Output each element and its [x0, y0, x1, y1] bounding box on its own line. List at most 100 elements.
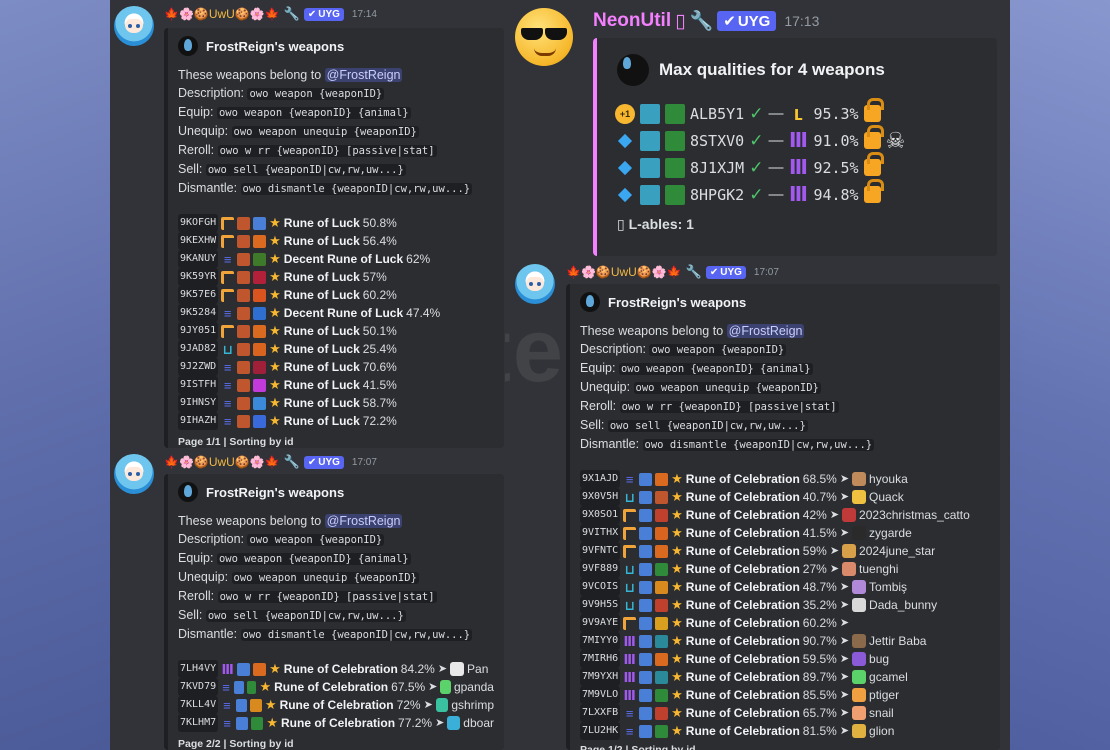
weapon-type-icon: [639, 670, 653, 684]
weapon-id[interactable]: 9KEXHW: [178, 232, 219, 250]
weapon-id[interactable]: 9K59YR: [178, 268, 219, 286]
quality-percent: 40.7%: [802, 490, 837, 504]
weapon-code[interactable]: 8J1XJM: [690, 159, 744, 177]
user-avatar[interactable]: [515, 264, 555, 304]
weapon-id[interactable]: 9VFNTC: [580, 542, 621, 560]
weapon-id[interactable]: 9X0SO1: [580, 506, 621, 524]
weapon-id[interactable]: 7M9YXH: [580, 668, 621, 686]
weapon-id[interactable]: 7LXXFB: [580, 704, 621, 722]
check-icon: ✔: [723, 13, 736, 30]
weapon-id[interactable]: 9ISTFH: [178, 376, 219, 394]
quality-percent: 68.5%: [802, 472, 837, 486]
star-icon: ★: [671, 723, 683, 738]
quality-percent: 72%: [396, 698, 421, 712]
star-icon: ★: [671, 669, 683, 684]
weapon-id[interactable]: 9KANUY: [178, 250, 219, 268]
bot-username[interactable]: NeonUtil: [593, 10, 671, 32]
quality-icon: [623, 544, 637, 558]
weapon-id[interactable]: 9KOFGH: [178, 214, 219, 232]
diamond-icon: [617, 187, 633, 202]
weapon-id[interactable]: 9VF889: [580, 560, 621, 578]
weapon-id[interactable]: 9X1AJD: [580, 470, 621, 488]
quality-percent: 35.2%: [802, 598, 837, 612]
weapon-id[interactable]: 7LH4VY: [178, 660, 219, 678]
sell-line-command: owo sell {weaponID|cw,rw,uw...}: [205, 610, 406, 622]
guild-tag-badge[interactable]: ✔ UYG: [303, 455, 344, 469]
weapon-type-icon: [237, 306, 251, 320]
weapon-id[interactable]: 7M9VLO: [580, 686, 621, 704]
quality-icon: [623, 508, 637, 522]
weapon-id[interactable]: 7KVD79: [178, 678, 219, 696]
weapon-id[interactable]: 9J2ZWD: [178, 358, 219, 376]
weapon-stat-icon: [655, 472, 669, 486]
weapon-id[interactable]: 9IHNSY: [178, 394, 219, 412]
weapon-id[interactable]: 9V9H5S: [580, 596, 621, 614]
star-icon: ★: [269, 413, 281, 428]
weapon-type-icon: [639, 508, 653, 522]
timestamp[interactable]: 17:07: [352, 457, 377, 468]
star-icon: ★: [671, 579, 683, 594]
guild-tag-badge[interactable]: ✔ UYG: [303, 7, 344, 21]
username[interactable]: 🍁🌸🍪UwU🍪🌸🍁: [164, 7, 280, 21]
weapon-row: 9IHNSY ≡ ★ Rune of Luck 58.7%: [178, 394, 494, 412]
rune-name: Rune of Celebration: [685, 544, 800, 558]
quality-icon: ≡: [223, 715, 231, 731]
pet-icon: [852, 706, 867, 720]
rune-name: Rune of Luck: [283, 360, 360, 374]
weapon-code[interactable]: 8HPGK2: [690, 186, 744, 204]
weapon-type-icon: [639, 490, 653, 504]
weapon-id[interactable]: 7MIRH6: [580, 650, 621, 668]
guild-tag-badge[interactable]: ✔ UYG: [705, 265, 746, 279]
max-quality-percent: 91.0%: [813, 131, 859, 150]
embed-title: FrostReign's weapons: [206, 38, 345, 54]
username[interactable]: 🍁🌸🍪UwU🍪🌸🍁: [164, 455, 280, 469]
weapon-id[interactable]: 9K57E6: [178, 286, 219, 304]
weapon-id[interactable]: 9K5284: [178, 304, 219, 322]
weapon-id[interactable]: 7KLL4V: [178, 696, 219, 714]
sunglasses-avatar[interactable]: [515, 8, 573, 66]
quality-percent: 58.7%: [362, 396, 397, 410]
weapon-id[interactable]: 9IHAZH: [178, 412, 219, 430]
check-icon: ✔: [307, 456, 317, 468]
weapon-id[interactable]: 9JAD82: [178, 340, 219, 358]
weapon-id[interactable]: 9VCOIS: [580, 578, 621, 596]
weapon-stat-icon: [250, 698, 262, 712]
user-avatar[interactable]: [114, 454, 154, 494]
quality-percent: 57%: [362, 270, 387, 284]
weapon-type-icon: [639, 562, 653, 576]
timestamp[interactable]: 17:07: [754, 267, 779, 278]
timestamp[interactable]: 17:14: [352, 9, 377, 20]
star-icon: ★: [671, 615, 683, 630]
rune-name: Rune of Celebration: [685, 580, 800, 594]
user-mention[interactable]: @FrostReign: [324, 514, 403, 528]
weapon-code[interactable]: ALB5Y1: [690, 105, 744, 123]
quality-percent: 42%: [802, 508, 827, 522]
weapon-id[interactable]: 7LU2HK: [580, 722, 621, 740]
weapon-code[interactable]: 8STXV0: [690, 132, 744, 150]
timestamp[interactable]: 17:13: [784, 13, 819, 29]
guild-tag-badge[interactable]: ✔ UYG: [717, 11, 777, 31]
weapon-id[interactable]: 9VITHX: [580, 524, 621, 542]
sell-line-label: Sell:: [178, 162, 203, 176]
quality-icon: ≡: [625, 471, 634, 487]
user-mention[interactable]: @FrostReign: [726, 324, 805, 338]
weapon-id[interactable]: 7KLHM7: [178, 714, 219, 732]
quality-icon: Ⅲ: [788, 129, 808, 152]
weapon-type-icon: [237, 342, 251, 356]
rune-name: Rune of Celebration: [274, 680, 389, 694]
arrow-icon: ➤: [839, 491, 850, 503]
pet-icon: [852, 634, 867, 648]
equip-line-command: owo weapon {weaponID} {animal}: [216, 107, 411, 119]
weapon-id[interactable]: 9X0V5H: [580, 488, 621, 506]
weapon-id[interactable]: 9V9AYE: [580, 614, 621, 632]
weapon-id[interactable]: 7MIYY0: [580, 632, 621, 650]
weapon-id[interactable]: 9JY051: [178, 322, 219, 340]
equip-line: Equip: owo weapon {weaponID} {animal}: [580, 359, 990, 378]
username[interactable]: 🍁🌸🍪UwU🍪🌸🍁: [566, 265, 682, 279]
diamond-icon: [617, 160, 633, 175]
user-mention[interactable]: @FrostReign: [324, 68, 403, 82]
weapon-type-icon: [639, 472, 653, 486]
pet-icon: [842, 544, 857, 558]
user-avatar[interactable]: [114, 6, 154, 46]
description-line-command: owo weapon {weaponID}: [649, 344, 787, 356]
